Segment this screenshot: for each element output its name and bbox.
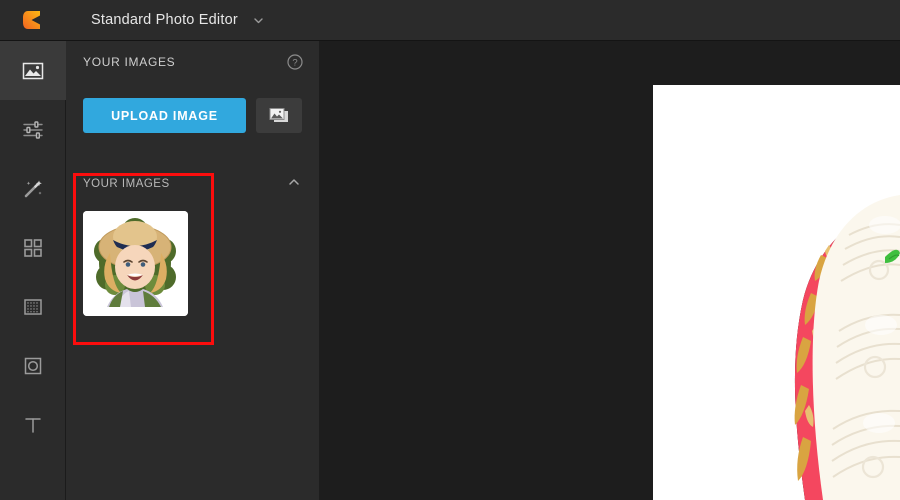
rail-item-text[interactable] — [0, 395, 66, 454]
question-mark-icon[interactable]: ? — [287, 54, 303, 70]
rail-item-effects[interactable] — [0, 159, 66, 218]
page-title: Standard Photo Editor — [91, 12, 238, 28]
cutout-logo-icon[interactable] — [0, 0, 66, 41]
svg-text:?: ? — [292, 58, 297, 69]
rail-item-texture[interactable] — [0, 277, 66, 336]
images-panel: YOUR IMAGES ? UPLOAD IMAGE YOUR IMAGES — [66, 41, 319, 500]
rail-item-image[interactable] — [0, 41, 66, 100]
panel-title: YOUR IMAGES — [83, 55, 176, 69]
rail-item-adjust[interactable] — [0, 100, 66, 159]
upload-button-row: UPLOAD IMAGE — [66, 98, 319, 133]
editor-canvas[interactable] — [319, 41, 900, 500]
upload-image-button[interactable]: UPLOAD IMAGE — [83, 98, 246, 133]
photo-stack-icon[interactable] — [256, 98, 302, 133]
chevron-up-icon[interactable] — [287, 175, 301, 194]
panel-header: YOUR IMAGES ? — [66, 41, 319, 83]
photo-editor-app: Standard Photo Editor YOUR IMAGES ? UPLO… — [0, 0, 900, 500]
cake-photo — [653, 85, 900, 500]
tool-rail — [0, 41, 66, 500]
top-bar: Standard Photo Editor — [0, 0, 900, 41]
rail-item-collage[interactable] — [0, 218, 66, 277]
highlight-rectangle — [73, 173, 214, 345]
canvas-image[interactable] — [653, 85, 900, 500]
rail-item-shape[interactable] — [0, 336, 66, 395]
chevron-down-icon[interactable] — [252, 14, 265, 27]
